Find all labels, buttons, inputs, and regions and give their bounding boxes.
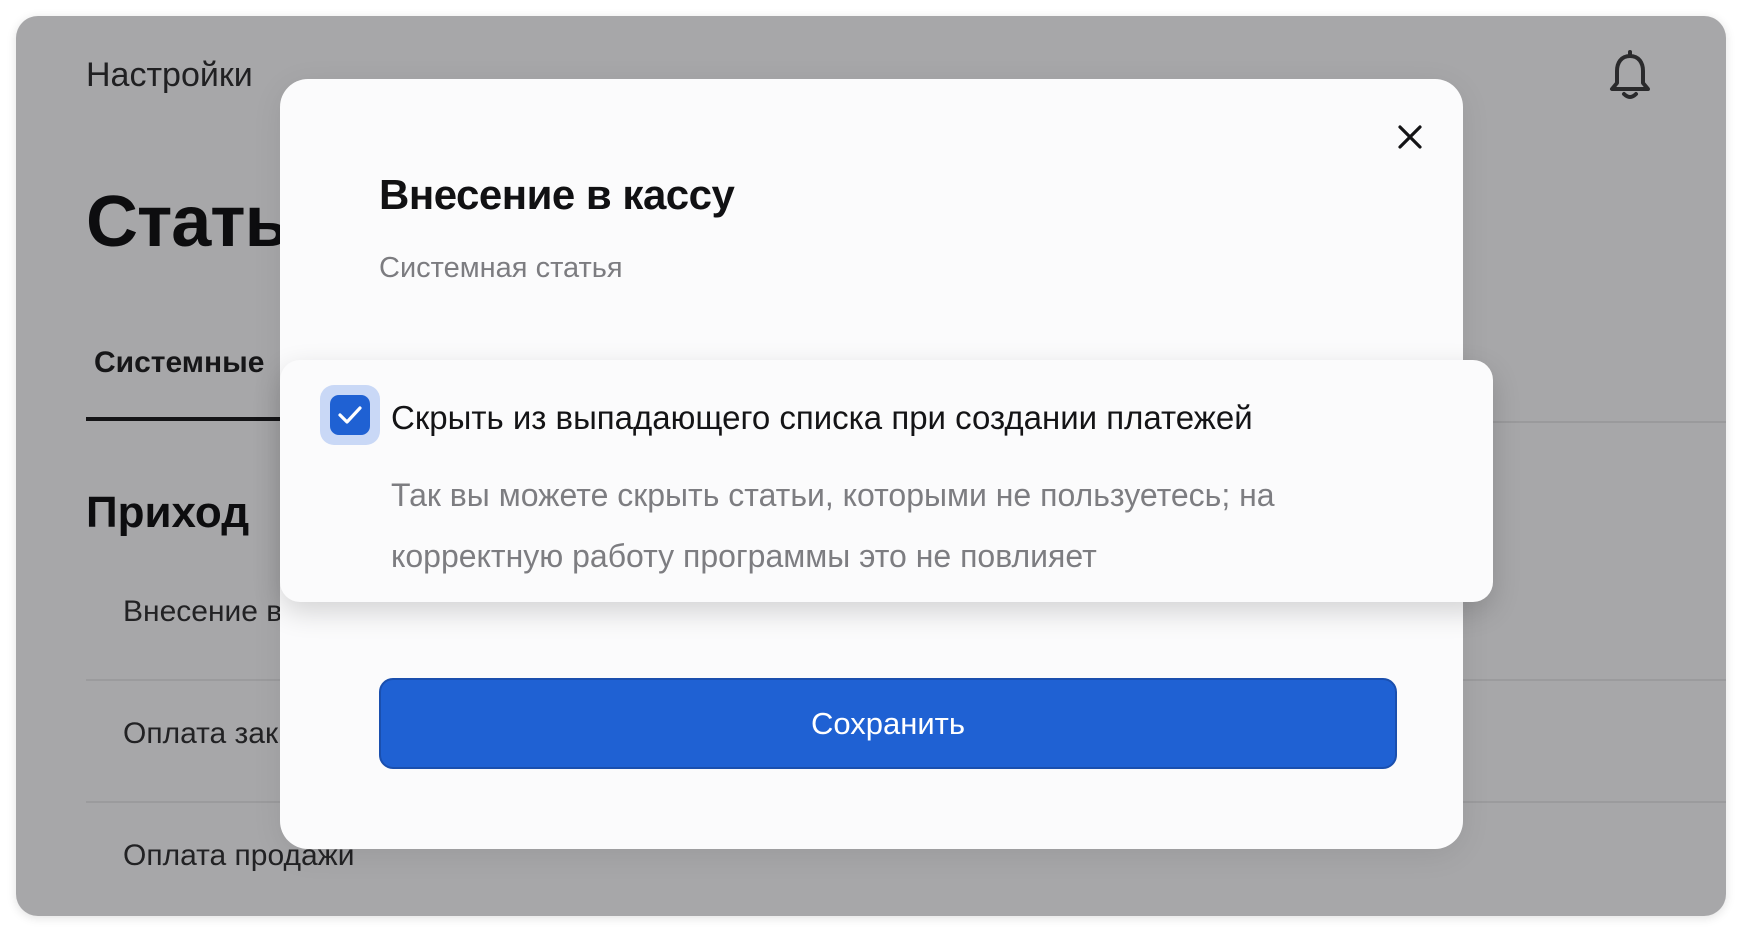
checkmark-icon xyxy=(338,406,362,424)
app-window: Настройки Стать Системные Приход Внесени… xyxy=(16,16,1726,916)
checkbox-checked xyxy=(330,395,370,435)
checkbox-label[interactable]: Скрыть из выпадающего списка при создани… xyxy=(391,399,1253,437)
header-title: Настройки xyxy=(86,56,253,94)
close-icon[interactable] xyxy=(1388,115,1432,159)
active-tab-indicator xyxy=(86,417,286,421)
modal-title: Внесение в кассу xyxy=(379,171,735,218)
page-title: Стать xyxy=(86,182,289,262)
checkbox-description: Так вы можете скрыть статьи, которыми не… xyxy=(391,477,1275,574)
save-button[interactable]: Сохранить xyxy=(379,678,1397,769)
section-title-income: Приход xyxy=(86,488,250,537)
hide-option-card: Скрыть из выпадающего списка при создани… xyxy=(280,360,1493,602)
modal-subtitle: Системная статья xyxy=(379,252,623,284)
tab-system[interactable]: Системные xyxy=(86,346,264,380)
list-item[interactable]: Внесение в xyxy=(123,595,282,629)
list-item[interactable]: Оплата зак xyxy=(123,717,278,751)
bell-icon[interactable] xyxy=(1608,50,1652,102)
hide-checkbox[interactable] xyxy=(320,385,380,445)
